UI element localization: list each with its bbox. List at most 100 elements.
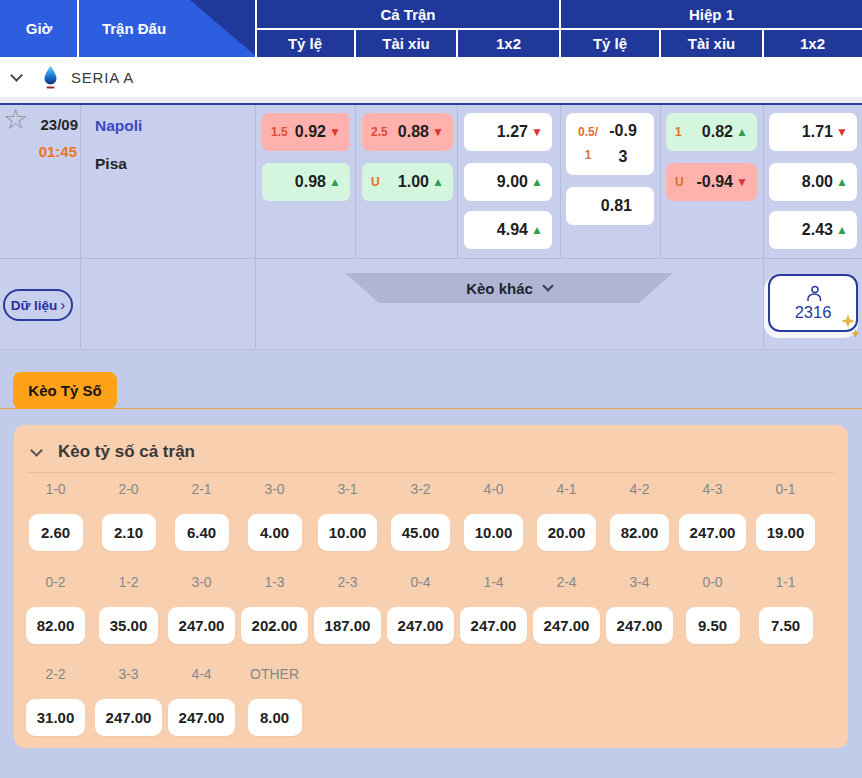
score-odds-button[interactable]: 7.50 xyxy=(759,607,813,644)
tab-score-odds[interactable]: Kèo Tỷ Số xyxy=(13,372,117,409)
trend-up-icon: ▲ xyxy=(833,176,848,188)
score-odds-button[interactable]: 82.00 xyxy=(26,607,86,644)
score-odds-button[interactable]: 247.00 xyxy=(606,607,674,644)
score-label: 3-3 xyxy=(118,666,138,682)
score-label: 4-4 xyxy=(191,666,211,682)
odds-full-2[interactable]: 4.94 ▲ xyxy=(464,211,552,249)
ou-line: U xyxy=(371,175,380,189)
odds-value: 0.81 xyxy=(601,197,632,215)
odds-half-1[interactable]: 1.71 ▼ xyxy=(769,113,857,151)
match-time: 01:45 xyxy=(0,143,77,160)
score-odds-button[interactable]: 247.00 xyxy=(168,699,236,736)
score-odds-button[interactable]: 187.00 xyxy=(314,607,382,644)
score-panel-header[interactable]: Kèo tỷ số cả trận xyxy=(14,439,848,465)
odds-full-handicap-home[interactable]: 1.5 0.92 ▼ xyxy=(262,113,350,151)
odds-table-header: Giờ Trận Đấu Cả Trận Hiệp 1 Tỷ lệ Tài xỉ… xyxy=(0,0,862,57)
more-odds-button[interactable]: Kèo khác xyxy=(345,273,673,303)
score-label: 1-3 xyxy=(264,574,284,590)
home-team-name[interactable]: Napoli xyxy=(95,117,142,135)
score-odds-button[interactable]: 45.00 xyxy=(391,514,451,551)
people-icon xyxy=(803,285,824,303)
odds-value: -0.93 xyxy=(605,118,641,169)
panel-divider xyxy=(27,472,835,473)
odds-value: 4.94 xyxy=(497,221,528,239)
score-odds-button[interactable]: 247.00 xyxy=(679,514,747,551)
score-odds-button[interactable]: 19.00 xyxy=(756,514,816,551)
odds-value: 9.00 xyxy=(497,173,528,191)
score-odds-button[interactable]: 2.10 xyxy=(102,514,156,551)
odds-half-x[interactable]: 8.00 ▲ xyxy=(769,163,857,201)
league-row[interactable]: SERIA A xyxy=(0,57,862,97)
tab-underline xyxy=(0,408,862,409)
chevron-right-icon: › xyxy=(60,296,65,313)
odds-full-x[interactable]: 9.00 ▲ xyxy=(464,163,552,201)
score-label: 4-3 xyxy=(702,481,722,497)
score-odds-button[interactable]: 247.00 xyxy=(460,607,528,644)
odds-half-handicap-home[interactable]: 0.5/1 -0.93 xyxy=(566,113,654,175)
score-label: 2-0 xyxy=(118,481,138,497)
score-odds-button[interactable]: 10.00 xyxy=(318,514,378,551)
subheader-full-overunder: Tài xỉu xyxy=(355,29,457,57)
trend-down-icon: ▼ xyxy=(528,126,543,138)
score-odds-button[interactable]: 8.00 xyxy=(248,699,302,736)
score-odds-button[interactable]: 31.00 xyxy=(26,699,86,736)
odds-full-under[interactable]: U 1.00 ▲ xyxy=(362,163,453,201)
score-odds-button[interactable]: 20.00 xyxy=(537,514,597,551)
column-header-match: Trận Đấu xyxy=(78,0,190,57)
score-odds-button[interactable]: 247.00 xyxy=(387,607,455,644)
score-label: 3-0 xyxy=(191,574,211,590)
score-label: 2-1 xyxy=(191,481,211,497)
odds-full-over[interactable]: 2.5 0.88 ▼ xyxy=(362,113,453,151)
score-label: 4-2 xyxy=(629,481,649,497)
score-label: 1-0 xyxy=(45,481,65,497)
score-label: 1-1 xyxy=(775,574,795,590)
trend-down-icon: ▼ xyxy=(429,126,444,138)
odds-value: 1.27 xyxy=(497,123,528,141)
score-labels-row: 1-0 2-0 2-1 3-0 3-1 3-2 4-0 4-1 4-2 4-3 … xyxy=(19,481,822,497)
ou-line: 1 xyxy=(675,125,682,139)
odds-value: 8.00 xyxy=(802,173,833,191)
score-odds-panel: Kèo tỷ số cả trận 1-0 2-0 2-1 3-0 3-1 3-… xyxy=(14,425,848,748)
score-odds-button[interactable]: 2.60 xyxy=(29,514,83,551)
score-odds-button[interactable]: 9.50 xyxy=(686,607,740,644)
score-label: 0-2 xyxy=(45,574,65,590)
score-odds-button[interactable]: 247.00 xyxy=(168,607,236,644)
trend-up-icon: ▲ xyxy=(833,224,848,236)
odds-value: -0.94 xyxy=(697,173,733,191)
score-label: 0-4 xyxy=(410,574,430,590)
score-label: 4-0 xyxy=(483,481,503,497)
subheader-half-overunder: Tài xỉu xyxy=(660,29,763,57)
score-odds-button[interactable]: 6.40 xyxy=(175,514,229,551)
odds-half-handicap-away[interactable]: 0.81 xyxy=(566,187,654,225)
odds-full-handicap-away[interactable]: 0.98 ▲ xyxy=(262,163,350,201)
odds-full-1[interactable]: 1.27 ▼ xyxy=(464,113,552,151)
score-odds-button[interactable]: 4.00 xyxy=(248,514,302,551)
score-odds-button[interactable]: 202.00 xyxy=(241,607,309,644)
trend-up-icon: ▲ xyxy=(733,126,748,138)
score-odds-button[interactable]: 10.00 xyxy=(464,514,524,551)
away-team-name[interactable]: Pisa xyxy=(95,155,127,173)
chevron-down-icon xyxy=(542,280,553,291)
odds-half-2[interactable]: 2.43 ▲ xyxy=(769,211,857,249)
score-odds-button[interactable]: 35.00 xyxy=(99,607,159,644)
odds-value: 0.82 xyxy=(702,123,733,141)
score-label: 1-4 xyxy=(483,574,503,590)
score-label: 2-3 xyxy=(337,574,357,590)
score-label: 2-4 xyxy=(556,574,576,590)
odds-value: 0.92 xyxy=(295,123,326,141)
score-label: 1-2 xyxy=(118,574,138,590)
score-odds-button[interactable]: 82.00 xyxy=(610,514,670,551)
trend-down-icon: ▼ xyxy=(326,126,341,138)
trend-up-icon: ▲ xyxy=(528,176,543,188)
odds-value: 0.88 xyxy=(398,123,429,141)
score-odds-button[interactable]: 247.00 xyxy=(95,699,163,736)
odds-value: 0.98 xyxy=(295,173,326,191)
odds-half-over[interactable]: 1 0.82 ▲ xyxy=(666,113,757,151)
odds-half-under[interactable]: U -0.94 ▼ xyxy=(666,163,757,201)
league-collapse-chevron-icon[interactable] xyxy=(10,69,23,82)
score-label: OTHER xyxy=(250,666,299,682)
score-odds-button[interactable]: 247.00 xyxy=(533,607,601,644)
trend-up-icon: ▲ xyxy=(429,176,444,188)
data-button[interactable]: Dữ liệu › xyxy=(3,289,73,321)
score-label: 2-2 xyxy=(45,666,65,682)
